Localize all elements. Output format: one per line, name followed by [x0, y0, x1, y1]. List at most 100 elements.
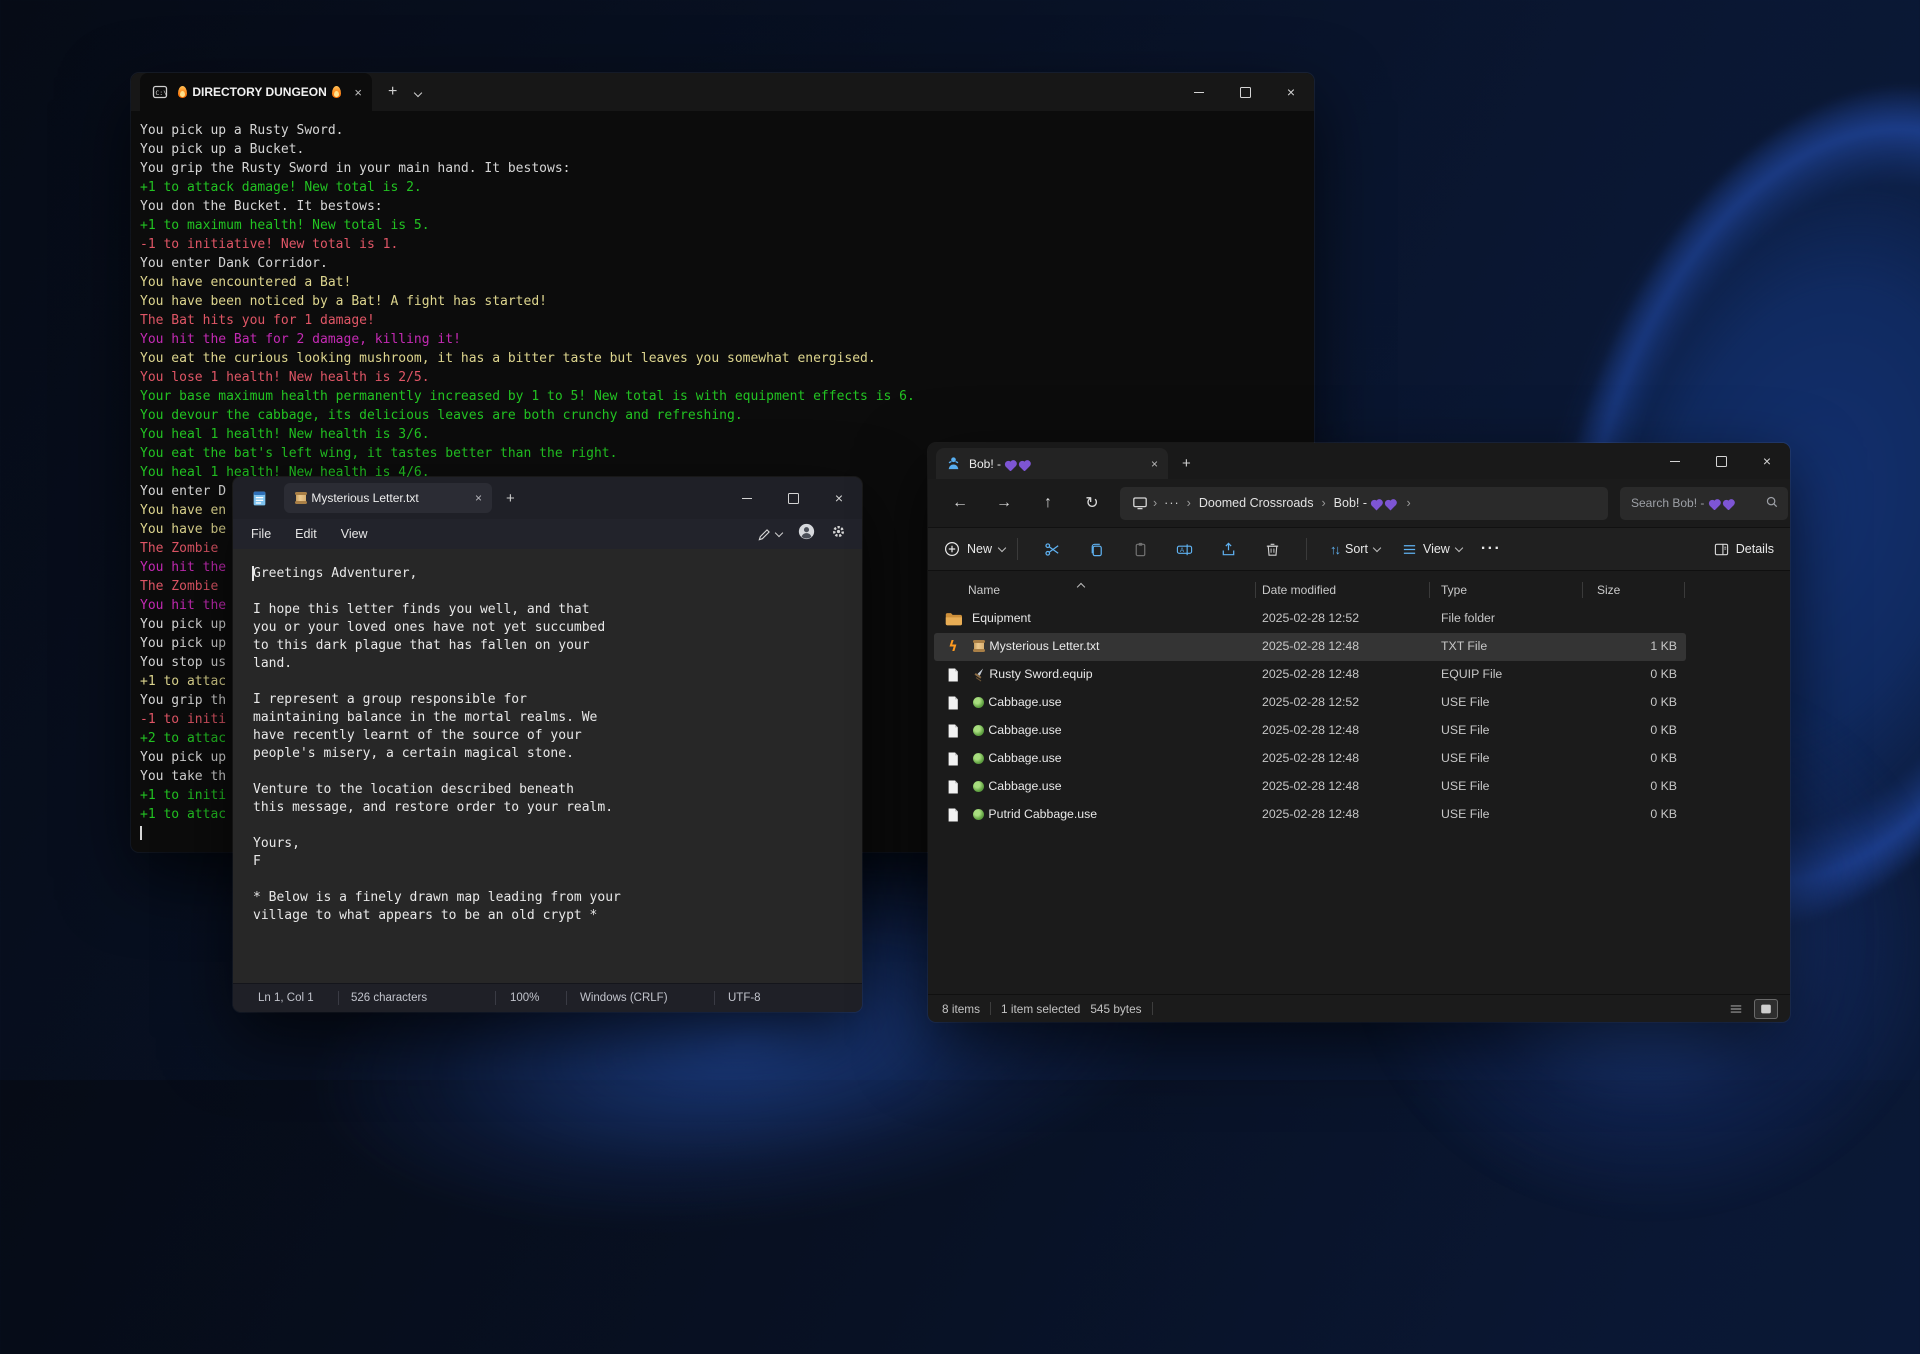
file-row[interactable]: Cabbage.use2025-02-28 12:48USE File0 KB — [928, 717, 1790, 745]
column-header-type[interactable]: Type — [1441, 583, 1467, 597]
maximize-button[interactable] — [1698, 443, 1744, 479]
file-row[interactable]: Cabbage.use2025-02-28 12:52USE File0 KB — [928, 689, 1790, 717]
large-thumbnails-view-toggle[interactable] — [1754, 999, 1778, 1019]
file-name: Cabbage.use — [972, 779, 1062, 793]
file-row[interactable]: Cabbage.use2025-02-28 12:48USE File0 KB — [928, 745, 1790, 773]
terminal-output-line: You heal 1 health! New health is 3/6. — [140, 425, 1304, 444]
file-row[interactable]: ϟ Mysterious Letter.txt2025-02-28 12:48T… — [928, 633, 1790, 661]
copy-button[interactable] — [1074, 532, 1118, 566]
refresh-button[interactable]: ↻ — [1070, 485, 1114, 521]
up-button[interactable]: ↑ — [1026, 485, 1070, 521]
share-button[interactable] — [1206, 532, 1250, 566]
file-row[interactable]: Rusty Sword.equip2025-02-28 12:48EQUIP F… — [928, 661, 1790, 689]
notepad-status-bar: Ln 1, Col 1 526 characters 100% Windows … — [233, 983, 862, 1012]
status-cursor-position: Ln 1, Col 1 — [233, 992, 338, 1004]
notepad-text-line: village to what appears to be an old cry… — [253, 907, 862, 925]
menu-view[interactable]: View — [329, 527, 380, 541]
view-button-label: View — [1423, 542, 1450, 556]
terminal-output-line: -1 to initiative! New total is 1. — [140, 235, 1304, 254]
terminal-tab-close-icon[interactable]: × — [354, 85, 362, 100]
explorer-window-controls: × — [1652, 443, 1790, 479]
breadcrumb-item[interactable]: Doomed Crossroads — [1192, 494, 1321, 512]
terminal-output-line: You pick up a Bucket. — [140, 140, 1304, 159]
forward-button[interactable]: → — [982, 485, 1026, 521]
close-button[interactable]: × — [1744, 443, 1790, 479]
terminal-tab-title: DIRECTORY DUNGEON — [176, 85, 348, 99]
details-pane-button[interactable]: Details — [1714, 542, 1774, 557]
breadcrumb-item[interactable]: Bob! - — [1327, 494, 1406, 512]
file-list: Equipment2025-02-28 12:52File folderϟ My… — [928, 603, 1790, 994]
minimize-button[interactable] — [1176, 73, 1222, 111]
settings-gear-icon[interactable] — [831, 524, 846, 544]
close-button[interactable]: × — [1268, 73, 1314, 111]
details-pane-icon — [1714, 542, 1729, 557]
breadcrumb[interactable]: › ··· › Doomed Crossroads›Bob! - › — [1120, 487, 1608, 520]
close-button[interactable]: × — [816, 477, 862, 519]
cut-button[interactable] — [1030, 532, 1074, 566]
status-zoom-level[interactable]: 100% — [496, 992, 566, 1004]
view-button[interactable]: View — [1391, 542, 1473, 557]
status-line-ending[interactable]: Windows (CRLF) — [567, 992, 714, 1004]
paste-button[interactable] — [1118, 532, 1162, 566]
file-row[interactable]: Putrid Cabbage.use2025-02-28 12:48USE Fi… — [928, 801, 1790, 829]
notepad-text-line: have recently learnt of the source of yo… — [253, 727, 862, 745]
file-name: Cabbage.use — [972, 695, 1062, 709]
this-pc-icon[interactable] — [1132, 495, 1148, 511]
view-list-icon — [1402, 542, 1417, 557]
sort-button[interactable]: ↑↓ Sort — [1319, 542, 1391, 557]
file-name: Rusty Sword.equip — [972, 667, 1093, 681]
file-row[interactable]: Equipment2025-02-28 12:52File folder — [928, 605, 1790, 633]
notepad-text-line — [253, 673, 862, 691]
terminal-output-line: You eat the curious looking mushroom, it… — [140, 349, 1304, 368]
explorer-new-tab-button[interactable]: + — [1182, 455, 1191, 472]
notepad-window: Mysterious Letter.txt × + × File Edit Vi… — [233, 477, 862, 1012]
new-button[interactable]: New — [944, 541, 1005, 557]
column-header-date[interactable]: Date modified — [1262, 583, 1336, 597]
notepad-tab[interactable]: Mysterious Letter.txt × — [284, 483, 492, 513]
terminal-output-line: You grip the Rusty Sword in your main ha… — [140, 159, 1304, 178]
notepad-text-line: you or your loved ones have not yet succ… — [253, 619, 862, 637]
column-header-size[interactable]: Size — [1597, 583, 1620, 597]
notepad-new-tab-button[interactable]: + — [506, 490, 515, 507]
file-explorer-window: Bob! - × + × ← → ↑ ↻ › ··· › Doomed Cros… — [928, 443, 1790, 1022]
menu-file[interactable]: File — [239, 527, 283, 541]
status-encoding[interactable]: UTF-8 — [715, 992, 761, 1004]
file-date-modified: 2025-02-28 12:48 — [1262, 779, 1359, 793]
notepad-text-line — [253, 763, 862, 781]
file-type: USE File — [1441, 807, 1490, 821]
file-date-modified: 2025-02-28 12:52 — [1262, 695, 1359, 709]
more-options-button[interactable]: ··· — [1481, 540, 1501, 558]
notepad-text-line: maintaining balance in the mortal realms… — [253, 709, 862, 727]
maximize-button[interactable] — [1222, 73, 1268, 111]
terminal-new-tab-button[interactable]: + — [388, 83, 397, 101]
account-avatar-icon[interactable] — [798, 523, 815, 545]
file-name: Putrid Cabbage.use — [972, 807, 1097, 821]
rewrite-pen-icon[interactable] — [757, 527, 782, 542]
column-header-name[interactable]: Name — [968, 583, 1000, 597]
explorer-tab-close-icon[interactable]: × — [1151, 457, 1158, 471]
search-icon[interactable] — [1765, 495, 1779, 512]
terminal-tab[interactable]: C:\ DIRECTORY DUNGEON × — [140, 73, 372, 111]
maximize-button[interactable] — [770, 477, 816, 519]
details-view-toggle[interactable] — [1724, 999, 1748, 1019]
sort-button-label: Sort — [1345, 542, 1368, 556]
file-size: 0 KB — [1582, 807, 1677, 821]
file-size: 0 KB — [1582, 751, 1677, 765]
menu-edit[interactable]: Edit — [283, 527, 329, 541]
notepad-text-area[interactable]: Greetings Adventurer, I hope this letter… — [233, 549, 862, 983]
terminal-output-line: You pick up a Rusty Sword. — [140, 121, 1304, 140]
back-button[interactable]: ← — [938, 485, 982, 521]
file-icon — [944, 750, 962, 768]
minimize-button[interactable] — [724, 477, 770, 519]
explorer-tab[interactable]: Bob! - × — [936, 448, 1168, 479]
notepad-tab-close-icon[interactable]: × — [475, 491, 482, 505]
terminal-tab-dropdown-button[interactable] — [415, 83, 421, 101]
breadcrumb-ellipsis[interactable]: ··· — [1158, 496, 1186, 510]
search-box[interactable]: Search Bob! - — [1620, 487, 1788, 520]
terminal-output-line: You hit the Bat for 2 damage, killing it… — [140, 330, 1304, 349]
file-icon — [944, 778, 962, 796]
delete-button[interactable] — [1250, 532, 1294, 566]
rename-button[interactable]: A — [1162, 532, 1206, 566]
minimize-button[interactable] — [1652, 443, 1698, 479]
file-row[interactable]: Cabbage.use2025-02-28 12:48USE File0 KB — [928, 773, 1790, 801]
